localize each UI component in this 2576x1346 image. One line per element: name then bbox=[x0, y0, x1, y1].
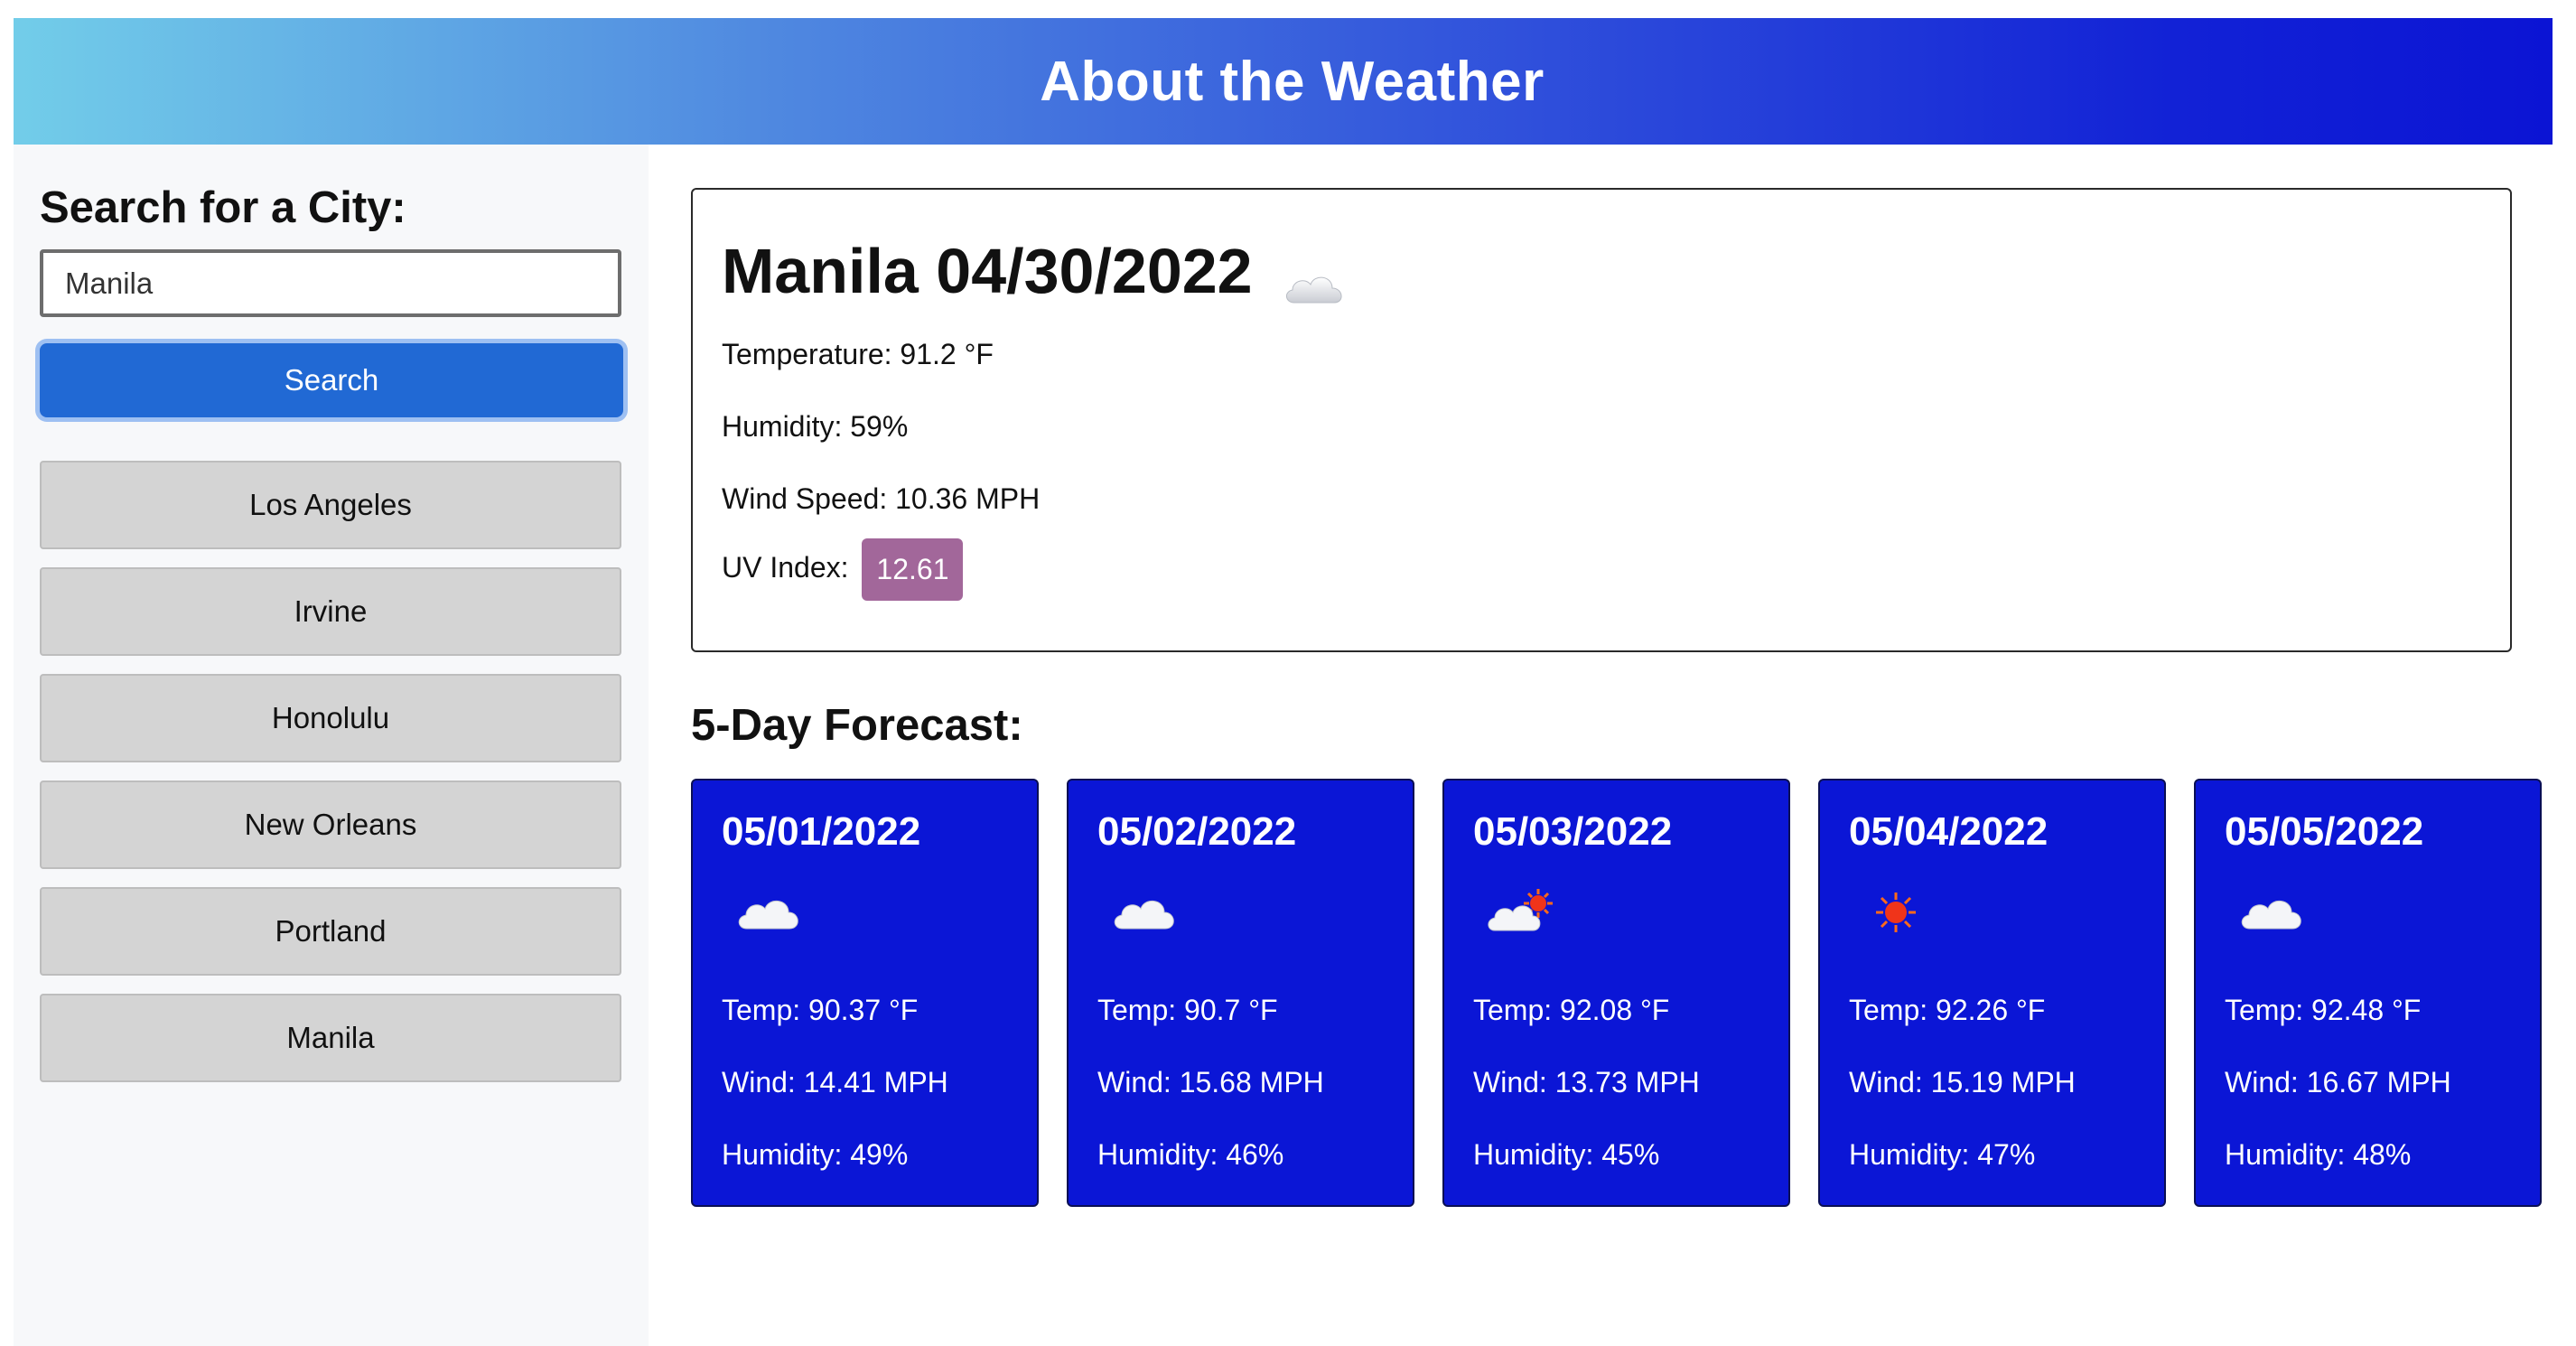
cloud-icon bbox=[2237, 887, 2306, 938]
history-city-button[interactable]: Portland bbox=[40, 887, 621, 976]
search-button[interactable]: Search bbox=[40, 343, 623, 417]
forecast-card: 05/04/2022 Temp: 92.26 °F Wind: 15.19 MP… bbox=[1818, 779, 2166, 1207]
app-header: About the Weather bbox=[14, 18, 2553, 145]
history-city-button[interactable]: Los Angeles bbox=[40, 461, 621, 549]
forecast-wind: Wind: 14.41 MPH bbox=[722, 1066, 948, 1098]
forecast-card: 05/02/2022 Temp: 90.7 °F Wind: 15.68 MPH… bbox=[1067, 779, 1414, 1207]
forecast-date: 05/04/2022 bbox=[1849, 809, 2049, 854]
cloud-sun-icon bbox=[1486, 887, 1554, 938]
cloud-icon bbox=[1282, 250, 1347, 304]
forecast-card: 05/03/2022 Temp: 92.08 °F Wind: 13.73 MP… bbox=[1442, 779, 1790, 1207]
current-weather-panel: Manila 04/30/2022 Temperature: 91.2 °F H… bbox=[691, 188, 2512, 652]
history-city-button[interactable]: New Orleans bbox=[40, 780, 621, 869]
forecast-humidity: Humidity: 46% bbox=[1097, 1138, 1284, 1171]
forecast-temp: Temp: 90.7 °F bbox=[1097, 994, 1278, 1026]
current-temperature: Temperature: 91.2 °F bbox=[722, 338, 994, 370]
forecast-wind: Wind: 16.67 MPH bbox=[2225, 1066, 2451, 1098]
forecast-wind: Wind: 15.68 MPH bbox=[1097, 1066, 1324, 1098]
uv-index-label: UV Index: bbox=[722, 550, 849, 584]
forecast-date: 05/03/2022 bbox=[1473, 809, 1673, 854]
sun-icon bbox=[1862, 887, 1930, 938]
forecast-temp: Temp: 92.26 °F bbox=[1849, 994, 2046, 1026]
forecast-temp: Temp: 92.08 °F bbox=[1473, 994, 1670, 1026]
forecast-date: 05/05/2022 bbox=[2225, 809, 2424, 854]
search-heading: Search for a City: bbox=[40, 183, 406, 232]
cloud-icon bbox=[1110, 887, 1179, 938]
history-city-button[interactable]: Honolulu bbox=[40, 674, 621, 762]
uv-index-badge: 12.61 bbox=[862, 538, 964, 601]
forecast-humidity: Humidity: 45% bbox=[1473, 1138, 1660, 1171]
forecast-wind: Wind: 15.19 MPH bbox=[1849, 1066, 2076, 1098]
forecast-temp: Temp: 90.37 °F bbox=[722, 994, 919, 1026]
forecast-heading: 5-Day Forecast: bbox=[691, 701, 1023, 750]
sidebar: Search for a City: Search Los Angeles Ir… bbox=[14, 145, 649, 1346]
forecast-date: 05/02/2022 bbox=[1097, 809, 1297, 854]
forecast-wind: Wind: 13.73 MPH bbox=[1473, 1066, 1700, 1098]
search-history-list: Los Angeles Irvine Honolulu New Orleans … bbox=[40, 461, 621, 1100]
current-humidity: Humidity: 59% bbox=[722, 410, 909, 443]
current-wind-speed: Wind Speed: 10.36 MPH bbox=[722, 482, 1041, 515]
page-title: About the Weather bbox=[1040, 50, 1545, 113]
current-city-heading: Manila 04/30/2022 bbox=[722, 235, 1347, 307]
forecast-card: 05/05/2022 Temp: 92.48 °F Wind: 16.67 MP… bbox=[2194, 779, 2542, 1207]
history-city-button[interactable]: Irvine bbox=[40, 567, 621, 656]
current-city-date: Manila 04/30/2022 bbox=[722, 236, 1253, 306]
forecast-card: 05/01/2022 Temp: 90.37 °F Wind: 14.41 MP… bbox=[691, 779, 1039, 1207]
city-search-input[interactable] bbox=[40, 249, 621, 317]
forecast-humidity: Humidity: 49% bbox=[722, 1138, 909, 1171]
weather-dashboard: About the Weather Search for a City: Sea… bbox=[0, 0, 2576, 1346]
forecast-humidity: Humidity: 47% bbox=[1849, 1138, 2036, 1171]
forecast-temp: Temp: 92.48 °F bbox=[2225, 994, 2422, 1026]
current-uv-row: UV Index: 12.61 bbox=[722, 538, 964, 601]
history-city-button[interactable]: Manila bbox=[40, 994, 621, 1082]
forecast-date: 05/01/2022 bbox=[722, 809, 921, 854]
cloud-icon bbox=[734, 887, 803, 938]
forecast-humidity: Humidity: 48% bbox=[2225, 1138, 2412, 1171]
